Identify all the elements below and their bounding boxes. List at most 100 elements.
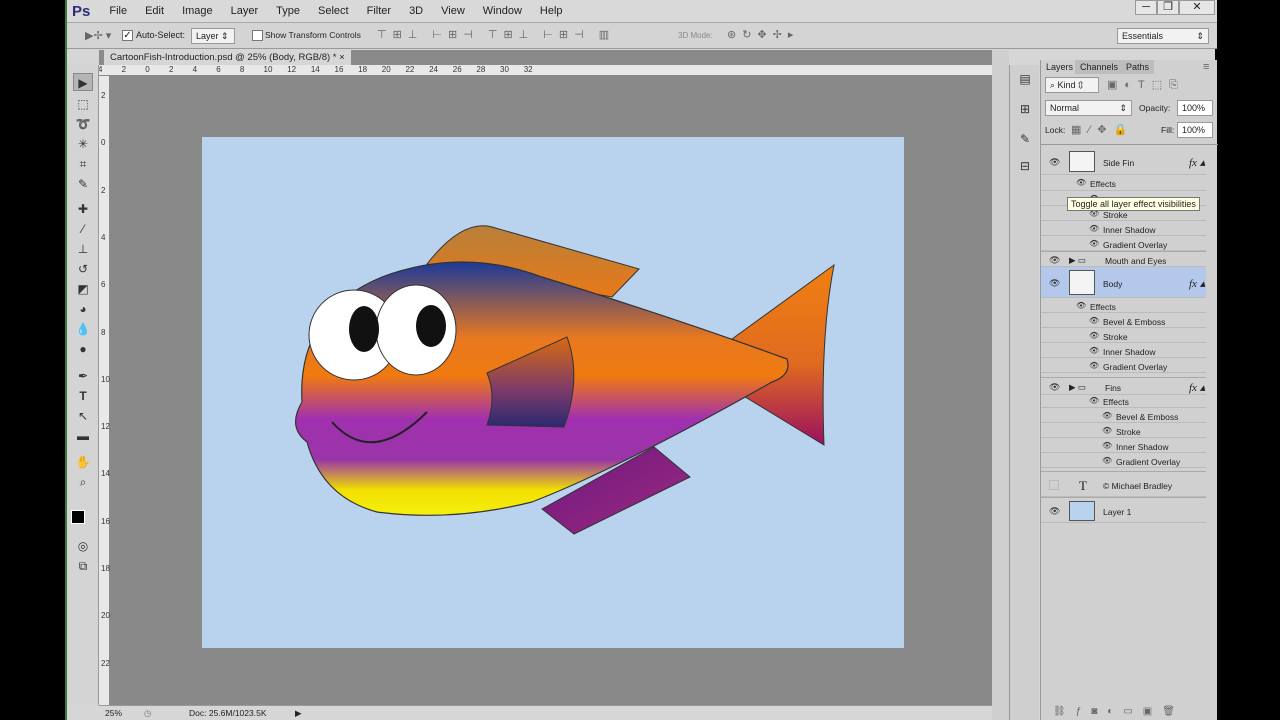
effect-visibility-eye-icon[interactable]: 👁 [1089, 331, 1099, 340]
quick-mask-icon[interactable]: ◎ [73, 537, 93, 555]
zoom-level[interactable]: 25% [105, 706, 122, 720]
effect-row[interactable]: 👁 Gradient Overlay [1041, 236, 1206, 251]
layer-row[interactable]: 👁 ▶ ▭ Mouth and Eyes [1041, 251, 1206, 267]
workspace-dropdown[interactable]: Essentials ⇕ [1117, 28, 1209, 44]
history-panel-icon[interactable]: ▤ [1015, 70, 1035, 88]
vertical-scrollbar[interactable] [992, 50, 1009, 720]
visibility-eye-icon[interactable]: 👁 [1049, 506, 1060, 517]
tab-paths[interactable]: Paths [1121, 60, 1155, 74]
document-tab[interactable]: CartoonFish-Introduction.psd @ 25% (Body… [104, 50, 351, 65]
effect-visibility-eye-icon[interactable]: 👁 [1102, 441, 1112, 450]
move-tool-icon[interactable]: ▶ [73, 73, 93, 91]
menu-3d[interactable]: 3D [409, 5, 423, 17]
zoom-tool-icon[interactable]: ⌕ [73, 473, 93, 491]
layer-effects-fx-icon[interactable]: fx ▴ [1189, 277, 1205, 290]
pen-tool-icon[interactable]: ✒ [73, 367, 93, 385]
effect-row[interactable]: 👁 Inner Shadow [1041, 221, 1206, 236]
effect-visibility-eye-icon[interactable]: 👁 [1089, 224, 1099, 233]
auto-select-target-dropdown[interactable]: Layer ⇕ [191, 28, 235, 44]
paint-bucket-icon[interactable]: ◕ [73, 300, 93, 318]
effects-row[interactable]: 👁 Effects [1041, 393, 1206, 408]
history-brush-icon[interactable]: ↺ [73, 260, 93, 278]
marquee-tool-icon[interactable]: ⬚ [73, 95, 93, 113]
tab-channels[interactable]: Channels [1075, 60, 1124, 74]
visibility-eye-icon[interactable]: 👁 [1049, 157, 1060, 168]
status-icon[interactable]: ◷ [144, 706, 151, 720]
effect-visibility-eye-icon[interactable]: 👁 [1102, 426, 1112, 435]
rectangle-tool-icon[interactable]: ▬ [73, 427, 93, 445]
tool-presets-icon[interactable]: ⊟ [1015, 157, 1035, 175]
auto-select-checkbox[interactable]: ✓ [122, 30, 133, 41]
healing-brush-icon[interactable]: ✚ [73, 200, 93, 218]
effect-row[interactable]: 👁 Inner Shadow [1041, 438, 1206, 453]
screen-mode-icon[interactable]: ⧉ [73, 557, 93, 575]
stamp-tool-icon[interactable]: ⊥ [73, 240, 93, 258]
properties-panel-icon[interactable]: ⊞ [1015, 100, 1035, 118]
menu-window[interactable]: Window [483, 5, 522, 17]
magic-wand-icon[interactable]: ✳ [73, 135, 93, 153]
align-icons[interactable]: ⊤⊞⊥ ⊢⊞⊣ ⊤⊞⊥ ⊢⊞⊣ ▥ [377, 28, 615, 41]
effect-visibility-eye-icon[interactable]: 👁 [1089, 346, 1099, 355]
effect-visibility-eye-icon[interactable]: 👁 [1102, 456, 1112, 465]
group-folder-icon[interactable]: ▶ ▭ [1069, 382, 1086, 393]
visibility-toggle-empty[interactable] [1049, 480, 1059, 492]
tab-layers[interactable]: Layers [1041, 60, 1079, 74]
crop-tool-icon[interactable]: ⌗ [73, 155, 93, 173]
effect-visibility-eye-icon[interactable]: 👁 [1089, 396, 1099, 405]
filter-kind-dropdown[interactable]: ⌕ Kind ⇕ [1045, 77, 1099, 93]
layer-effects-fx-icon[interactable]: fx ▴ [1189, 156, 1205, 169]
brush-panel-icon[interactable]: ✎ [1015, 130, 1035, 148]
visibility-eye-icon[interactable]: 👁 [1049, 382, 1060, 393]
lock-icons[interactable]: ▦⁄✥🔒 [1071, 123, 1134, 136]
effect-row[interactable]: 👁 Inner Shadow [1041, 343, 1206, 358]
3d-mode-icons[interactable]: ⊛↻✥✢▸ [727, 28, 799, 41]
menu-edit[interactable]: Edit [145, 5, 164, 17]
close-button[interactable]: ✕ [1179, 0, 1215, 15]
layer-row[interactable]: 👁 Layer 1 [1041, 497, 1206, 523]
menu-image[interactable]: Image [182, 5, 213, 17]
effect-row[interactable]: 👁 Gradient Overlay [1041, 358, 1206, 373]
blend-mode-dropdown[interactable]: Normal ⇕ [1045, 100, 1132, 116]
effects-row[interactable]: 👁 Effects [1041, 298, 1206, 313]
dodge-tool-icon[interactable]: ● [73, 340, 93, 358]
visibility-eye-icon[interactable]: 👁 [1049, 255, 1060, 266]
effect-visibility-eye-icon[interactable]: 👁 [1102, 411, 1112, 420]
brush-tool-icon[interactable]: ⁄ [73, 220, 93, 238]
layer-row[interactable]: 👁 Side Fin fx ▴ [1041, 148, 1206, 175]
close-document-icon[interactable]: × [339, 52, 345, 63]
type-tool-icon[interactable]: T [73, 387, 93, 405]
opacity-input[interactable]: 100% [1177, 100, 1213, 116]
menu-file[interactable]: File [109, 5, 127, 17]
layer-row[interactable]: T © Michael Bradley [1041, 471, 1206, 497]
filter-type-icons[interactable]: ▣◐T⬚⎘ [1107, 78, 1185, 92]
group-folder-icon[interactable]: ▶ ▭ [1069, 255, 1086, 266]
status-menu-arrow-icon[interactable]: ▶ [295, 706, 302, 720]
effect-visibility-eye-icon[interactable]: 👁 [1089, 361, 1099, 370]
menu-help[interactable]: Help [540, 5, 563, 17]
effects-row[interactable]: 👁 Effects [1041, 175, 1206, 191]
fill-input[interactable]: 100% [1177, 122, 1213, 138]
menu-layer[interactable]: Layer [231, 5, 259, 17]
effect-visibility-eye-icon[interactable]: 👁 [1076, 178, 1086, 187]
lasso-tool-icon[interactable]: ➰ [73, 115, 93, 133]
move-tool-icon[interactable]: ▶✢ ▾ [85, 29, 111, 42]
blur-tool-icon[interactable]: 💧 [73, 320, 93, 338]
hand-tool-icon[interactable]: ✋ [73, 453, 93, 471]
effect-visibility-eye-icon[interactable]: 👁 [1076, 301, 1086, 310]
layer-row[interactable]: 👁 Body fx ▴ [1041, 267, 1206, 298]
effect-visibility-eye-icon[interactable]: 👁 [1089, 239, 1099, 248]
menu-type[interactable]: Type [276, 5, 300, 17]
show-transform-checkbox[interactable] [252, 30, 263, 41]
visibility-eye-icon[interactable]: 👁 [1049, 278, 1060, 289]
effect-row[interactable]: 👁 Stroke [1041, 423, 1206, 438]
effect-row[interactable]: 👁 Bevel & Emboss [1041, 313, 1206, 328]
effect-row[interactable]: 👁 Bevel & Emboss [1041, 408, 1206, 423]
eyedropper-icon[interactable]: ✎ [73, 175, 93, 193]
layers-footer-icons[interactable]: ⛓ƒ◙◐▭▣🗑 [1053, 706, 1185, 717]
restore-button[interactable]: ❐ [1157, 0, 1179, 15]
path-select-icon[interactable]: ↖ [73, 407, 93, 425]
effect-row[interactable]: 👁 Stroke [1041, 328, 1206, 343]
menu-select[interactable]: Select [318, 5, 349, 17]
menu-filter[interactable]: Filter [367, 5, 391, 17]
document-canvas[interactable] [202, 137, 904, 648]
